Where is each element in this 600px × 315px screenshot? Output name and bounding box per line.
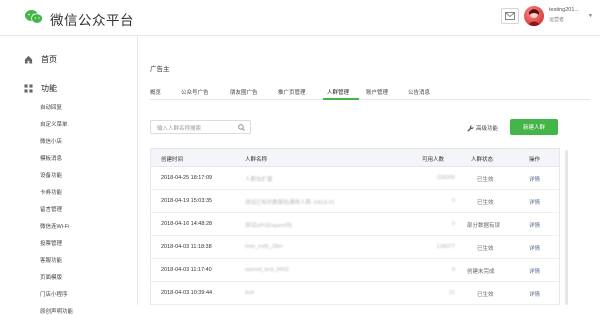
cell-name: 测试isPi1Expand包 [245, 223, 293, 229]
sidebar-item-wifi[interactable]: 微信连Wi-Fi [40, 222, 69, 230]
sidebar-item-original-declaration[interactable]: 原创声明功能 [40, 307, 73, 315]
sidebar-item-custom-menu[interactable]: 自定义菜单 [40, 120, 68, 128]
active-tab-indicator [323, 98, 359, 100]
table-header: 创建时间 人群名称 可用人数 人群状态 操作 [151, 149, 559, 167]
tab-moments-ads[interactable]: 朋友圈广告 [230, 88, 258, 96]
tab-landing-pages[interactable]: 推广页管理 [278, 88, 306, 96]
cell-status: 已生效 [477, 200, 494, 206]
cell-name: imei_md5_28m [245, 244, 283, 250]
advanced-features-link[interactable]: 高级功能 [467, 124, 498, 132]
new-audience-button[interactable]: 新建人群 [510, 119, 558, 135]
wrench-icon [467, 124, 474, 132]
cell-users: 0 [451, 198, 455, 204]
sidebar-item-home[interactable]: 首页 [24, 54, 57, 65]
cell-status: 已生效 [477, 292, 494, 298]
platform-title[interactable]: 微信公众平台 [50, 9, 134, 29]
tab-overview[interactable]: 概览 [150, 88, 161, 96]
chevron-down-icon[interactable]: ▼ [588, 13, 593, 19]
table-row: 2018-04-03 10:39:44 test 21 已生效 详情 [151, 282, 559, 305]
column-header-created: 创建时间 [161, 157, 184, 163]
tab-account-management[interactable]: 账户管理 [366, 88, 388, 96]
cell-name: test [245, 290, 254, 296]
cell-status: 部分数据有误 [467, 223, 501, 229]
sidebar-section-label: 功能 [41, 84, 57, 93]
column-header-status: 人群状态 [471, 157, 494, 163]
cell-created: 2018-04-03 11:17:40 [161, 267, 212, 273]
search-placeholder: 输入人群名称搜索 [157, 126, 202, 132]
cell-created: 2018-04-03 10:39:44 [161, 290, 213, 296]
sidebar: 首页 功能 自动回复 自定义菜单 微信小店 模板消息 设备功能 卡券功能 留言管… [0, 36, 138, 315]
cell-created: 2018-04-16 14:48:28 [161, 221, 213, 227]
sidebar-item-coupons[interactable]: 卡券功能 [40, 188, 62, 196]
sidebar-item-auto-reply[interactable]: 自动回复 [40, 103, 62, 111]
cell-status: 创建未完成 [467, 269, 495, 275]
sidebar-item-comments[interactable]: 留言管理 [40, 205, 62, 213]
sidebar-item-wechat-store[interactable]: 微信小店 [40, 137, 62, 145]
sidebar-section-features: 功能 [24, 83, 57, 94]
page-title: 广告主 [150, 66, 170, 73]
detail-link[interactable]: 详情 [529, 175, 540, 183]
sidebar-item-device[interactable]: 设备功能 [40, 171, 62, 179]
detail-link[interactable]: 详情 [529, 198, 540, 206]
advanced-features-label: 高级功能 [476, 126, 499, 132]
table-row: 2018-04-19 15:03:35 测试已有的数据包通用人群--0419-0… [151, 190, 559, 213]
cell-created: 2018-04-19 15:03:35 [161, 198, 213, 204]
cell-created: 2018-04-03 11:18:38 [161, 244, 212, 250]
table-row: 2018-04-03 11:17:40 openid_test_0403 0 创… [151, 259, 559, 282]
tab-announcements[interactable]: 公告消息 [408, 88, 430, 96]
audience-table: 创建时间 人群名称 可用人数 人群状态 操作 2018-04-25 18:17:… [150, 148, 560, 305]
sidebar-item-label: 首页 [41, 55, 57, 64]
search-icon[interactable] [238, 124, 245, 131]
table-row: 2018-04-25 18:17:09 人群包扩展 328000 已生效 详情 [151, 167, 559, 190]
cell-users: 0 [451, 221, 455, 227]
cell-users: 21 [448, 290, 455, 296]
tab-account-ads[interactable]: 公众号广告 [181, 88, 209, 96]
detail-link[interactable]: 详情 [529, 244, 540, 252]
user-role: 运营者 [549, 17, 565, 23]
grid-icon [24, 84, 33, 93]
top-header: 微信公众平台 testing201... 运营者 ▼ [0, 0, 600, 36]
column-header-users: 可用人数 [422, 157, 445, 163]
vertical-scrollbar[interactable] [565, 150, 568, 305]
sidebar-item-template-message[interactable]: 模板消息 [40, 154, 62, 162]
table-row: 2018-04-03 11:18:38 imei_md5_28m 128077 … [151, 236, 559, 259]
audience-search-input[interactable]: 输入人群名称搜索 [150, 120, 251, 134]
username[interactable]: testing201... [549, 7, 579, 13]
mail-icon[interactable] [501, 8, 519, 24]
cell-users: 0 [451, 267, 455, 273]
avatar[interactable] [524, 6, 544, 26]
cell-users: 328000 [436, 175, 455, 181]
cell-name: 测试已有的数据包通用人群--0419-01 [245, 200, 335, 206]
column-header-name: 人群名称 [245, 157, 268, 163]
cell-name: openid_test_0403 [245, 267, 289, 273]
tab-bar: 概览 公众号广告 朋友圈广告 推广页管理 人群管理 账户管理 公告消息 [150, 86, 590, 100]
sidebar-item-voting[interactable]: 投票管理 [40, 239, 62, 247]
tab-audience[interactable]: 人群管理 [327, 88, 349, 96]
column-header-action: 操作 [529, 157, 541, 163]
sidebar-item-customer-service[interactable]: 客服功能 [40, 256, 62, 264]
detail-link[interactable]: 详情 [529, 221, 540, 229]
table-row: 2018-04-16 14:48:28 测试isPi1Expand包 0 部分数… [151, 213, 559, 236]
detail-link[interactable]: 详情 [529, 290, 540, 298]
sidebar-item-store-miniprogram[interactable]: 门店小程序 [40, 290, 68, 298]
cell-name: 人群包扩展 [245, 177, 273, 183]
cell-status: 已生效 [477, 177, 494, 183]
wechat-logo-icon [25, 10, 43, 24]
cell-users: 128077 [436, 244, 455, 250]
sidebar-item-page-templates[interactable]: 页面模版 [40, 273, 62, 281]
home-icon [24, 55, 33, 64]
cell-status: 已生效 [477, 246, 494, 252]
cell-created: 2018-04-25 18:17:09 [161, 175, 213, 181]
detail-link[interactable]: 详情 [529, 267, 540, 275]
